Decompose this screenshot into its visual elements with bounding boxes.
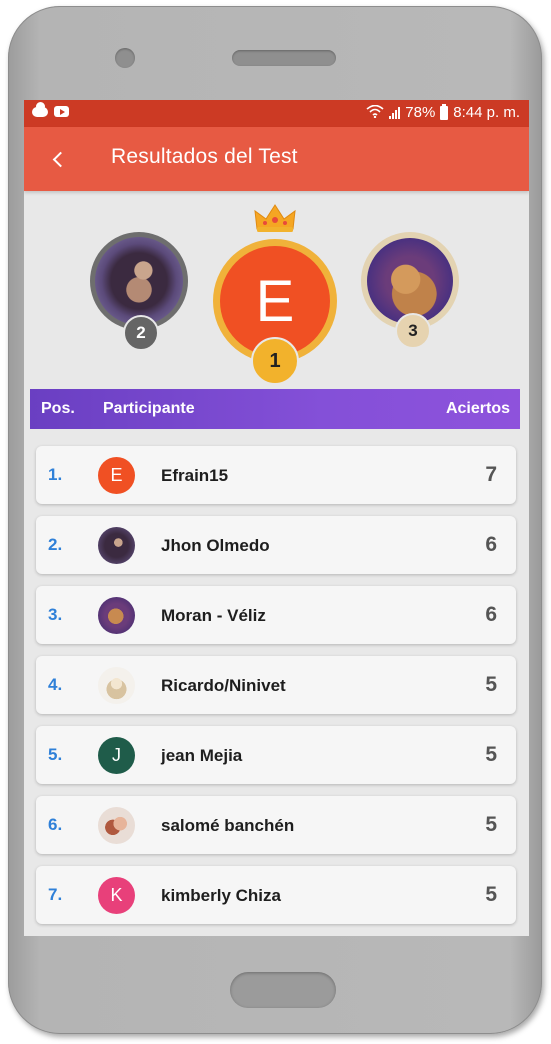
row-score: 6 [485, 603, 497, 626]
table-row[interactable]: 5. J jean Mejia 5 [36, 726, 516, 784]
home-button[interactable] [230, 972, 336, 1008]
row-position: 3. [48, 605, 63, 624]
first-place-badge: 1 [251, 337, 299, 385]
table-row[interactable]: 2. Jhon Olmedo 6 [36, 516, 516, 574]
row-avatar: E [98, 457, 135, 494]
table-row[interactable]: 1. E Efrain15 7 [36, 446, 516, 504]
back-arrow-icon [52, 151, 68, 167]
page-title: Resultados del Test [111, 145, 298, 168]
row-avatar [98, 667, 135, 704]
row-participant-name: Ricardo/Ninivet [161, 676, 286, 695]
results-table-header: Pos. Participante Aciertos [30, 389, 520, 429]
row-avatar: K [98, 877, 135, 914]
third-place-badge: 3 [395, 313, 431, 349]
app-bar: Resultados del Test [24, 127, 529, 191]
wifi-icon [366, 104, 384, 121]
row-score: 7 [485, 463, 497, 486]
screen: 78% 8:44 p. m. Resultados del Test 2 E 1… [24, 100, 529, 936]
row-participant-name: jean Mejia [161, 746, 243, 765]
earpiece-speaker [232, 50, 336, 66]
cloud-icon [32, 101, 48, 117]
row-score: 5 [485, 813, 497, 836]
clock: 8:44 p. m. [453, 104, 520, 121]
row-position: 7. [48, 885, 63, 904]
second-place-avatar[interactable] [95, 237, 183, 325]
row-avatar: J [98, 737, 135, 774]
signal-icon [389, 106, 401, 119]
back-button[interactable] [44, 145, 72, 173]
row-score: 5 [485, 743, 497, 766]
row-participant-name: Efrain15 [161, 466, 229, 485]
row-participant-name: salomé banchén [161, 816, 295, 835]
row-avatar [98, 807, 135, 844]
table-row[interactable]: 4. Ricardo/Ninivet 5 [36, 656, 516, 714]
row-avatar [98, 597, 135, 634]
crown-icon [254, 204, 296, 232]
table-row[interactable]: 3. Moran - Véliz 6 [36, 586, 516, 644]
youtube-icon [54, 106, 69, 117]
header-participant: Participante [103, 400, 195, 417]
table-row[interactable]: 7. K kimberly Chiza 5 [36, 866, 516, 924]
row-position: 1. [48, 465, 63, 484]
status-system: 78% 8:44 p. m. [366, 103, 520, 121]
battery-icon [440, 103, 449, 120]
row-score: 5 [485, 673, 497, 696]
third-place-avatar[interactable] [367, 238, 453, 324]
podium: 2 E 1 3 [24, 191, 529, 387]
row-score: 5 [485, 883, 497, 906]
row-score: 6 [485, 533, 497, 556]
row-avatar [98, 527, 135, 564]
second-place-badge: 2 [123, 315, 159, 351]
header-position: Pos. [41, 400, 75, 417]
table-row[interactable]: 6. salomé banchén 5 [36, 796, 516, 854]
row-position: 2. [48, 535, 63, 554]
status-notifications [32, 101, 69, 117]
row-participant-name: Moran - Véliz [161, 606, 266, 625]
front-camera [115, 48, 135, 68]
row-position: 5. [48, 745, 63, 764]
row-participant-name: Jhon Olmedo [161, 536, 270, 555]
row-position: 6. [48, 815, 63, 834]
status-bar: 78% 8:44 p. m. [24, 100, 529, 127]
row-position: 4. [48, 675, 63, 694]
header-hits: Aciertos [445, 400, 510, 417]
row-participant-name: kimberly Chiza [161, 886, 281, 905]
battery-percent: 78% [405, 104, 436, 121]
